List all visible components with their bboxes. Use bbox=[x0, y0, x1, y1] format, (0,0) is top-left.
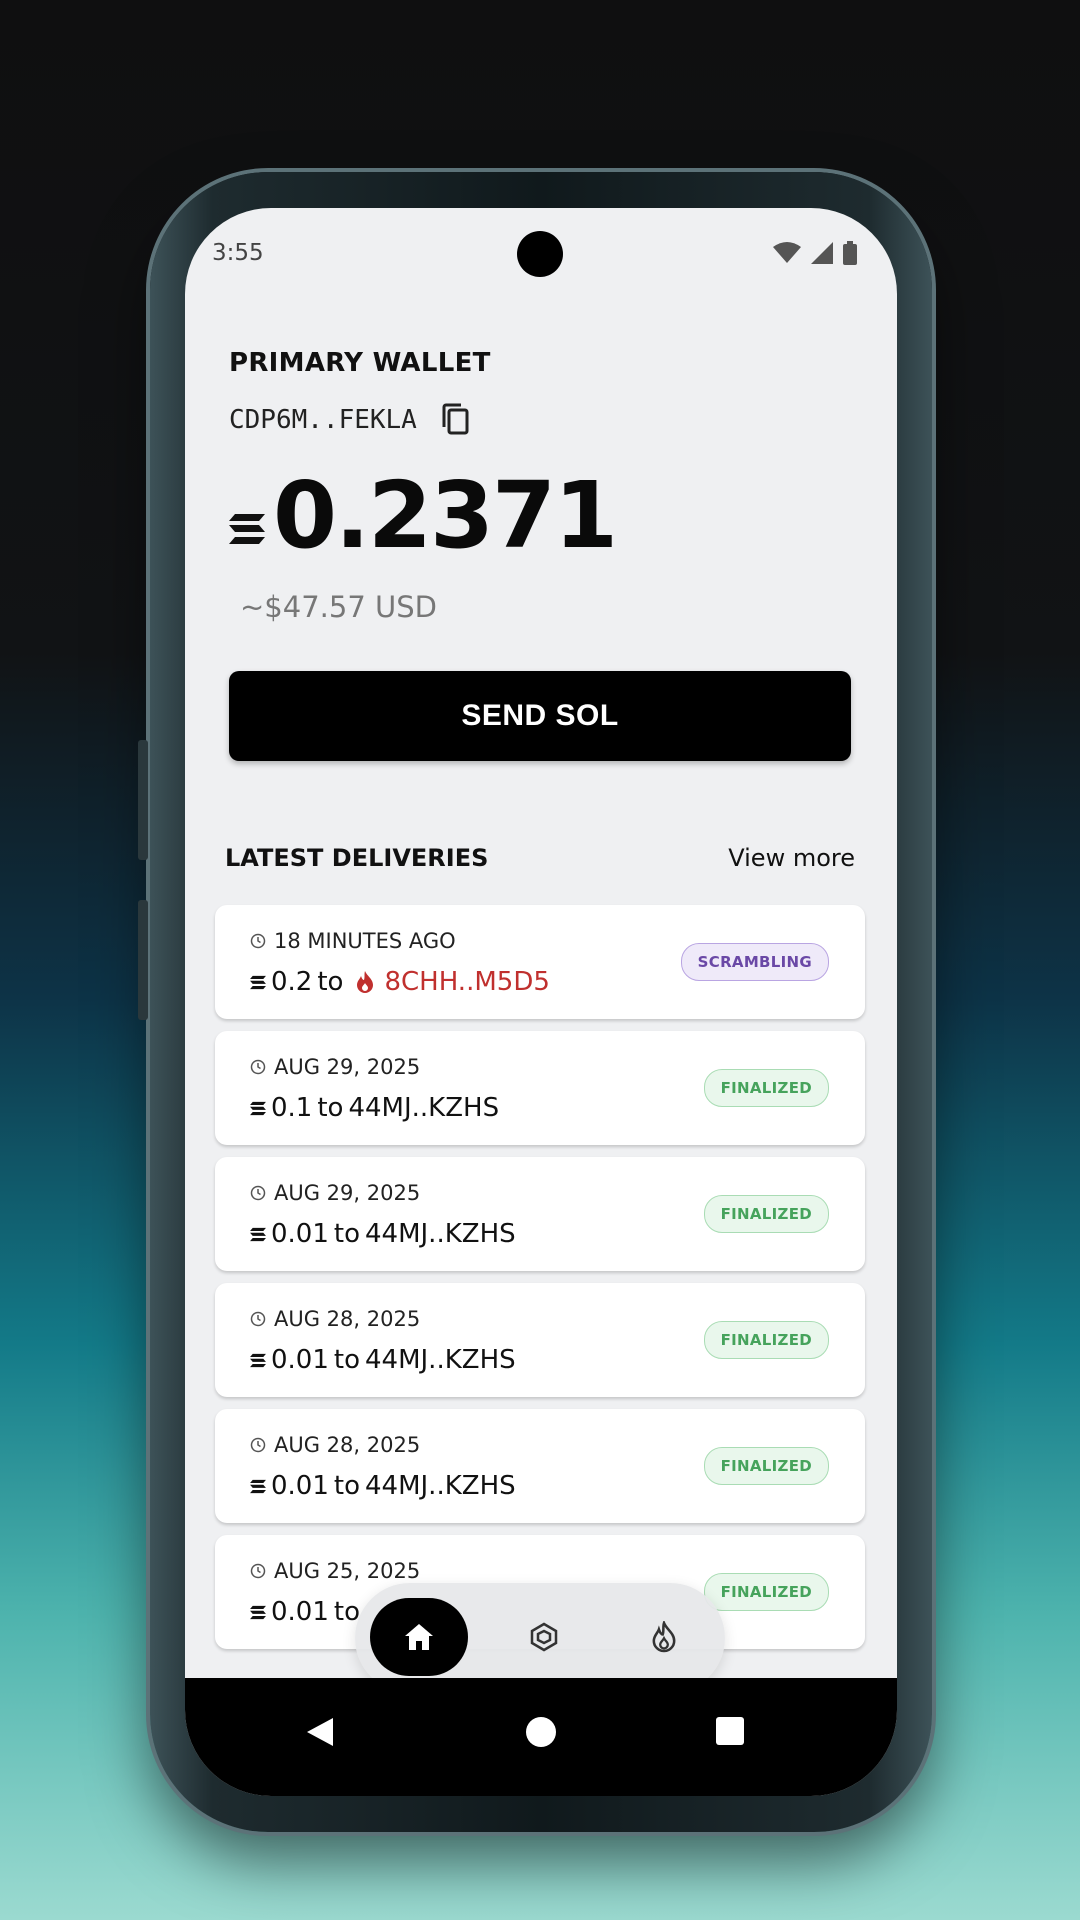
delivery-amount: 0.01 bbox=[271, 1597, 329, 1627]
status-bar: 3:55 bbox=[185, 208, 897, 304]
delivery-destination: 44MJ..KZHS bbox=[365, 1219, 516, 1249]
system-nav-bar bbox=[185, 1678, 897, 1796]
home-icon bbox=[405, 1624, 433, 1650]
send-sol-button[interactable]: SEND SOL bbox=[229, 671, 851, 761]
delivery-time: 18 MINUTES AGO bbox=[274, 929, 456, 953]
delivery-time: AUG 29, 2025 bbox=[274, 1181, 421, 1205]
power-button bbox=[138, 900, 148, 1020]
wallet-address-row: CDP6M..FEKLA bbox=[229, 403, 471, 437]
delivery-time-row: 18 MINUTES AGO bbox=[250, 929, 456, 953]
front-camera bbox=[517, 231, 563, 277]
sol-icon bbox=[229, 514, 265, 544]
delivery-time-row: AUG 28, 2025 bbox=[250, 1433, 420, 1457]
status-badge: FINALIZED bbox=[703, 1573, 829, 1611]
delivery-amount: 0.01 bbox=[271, 1219, 329, 1249]
delivery-card[interactable]: AUG 29, 2025 0.01 to 44MJ..KZHS FINALIZE… bbox=[215, 1157, 865, 1271]
delivery-to: to bbox=[317, 1093, 344, 1123]
delivery-time-row: AUG 25, 2025 bbox=[250, 1559, 420, 1583]
sol-icon bbox=[250, 1227, 266, 1241]
status-icons bbox=[773, 241, 857, 265]
nav-vault[interactable] bbox=[505, 1598, 583, 1676]
delivery-destination: 44MJ..KZHS bbox=[348, 1093, 500, 1123]
delivery-time: AUG 28, 2025 bbox=[274, 1307, 421, 1331]
delivery-amount-row: 0.01 to 44MJ..KZHS bbox=[250, 1471, 516, 1501]
clock-icon bbox=[250, 1311, 266, 1327]
recents-icon[interactable] bbox=[715, 1716, 745, 1746]
delivery-time-row: AUG 29, 2025 bbox=[250, 1055, 420, 1079]
status-badge: FINALIZED bbox=[703, 1195, 829, 1233]
delivery-destination: 44MJ..KZHS bbox=[365, 1345, 516, 1375]
nav-burn[interactable] bbox=[625, 1598, 703, 1676]
status-badge: SCRAMBLING bbox=[680, 943, 829, 981]
delivery-time-row: AUG 28, 2025 bbox=[250, 1307, 420, 1331]
delivery-amount: 0.01 bbox=[271, 1345, 329, 1375]
delivery-amount-row: 0.01 to 44MJ..KZHS bbox=[250, 1345, 516, 1375]
balance-row: 0.2371 bbox=[229, 462, 618, 569]
sol-icon bbox=[250, 1479, 266, 1493]
clock-icon bbox=[250, 1059, 266, 1075]
clock-icon bbox=[250, 1185, 266, 1201]
delivery-card[interactable]: AUG 28, 2025 0.01 to 44MJ..KZHS FINALIZE… bbox=[215, 1409, 865, 1523]
delivery-time: AUG 29, 2025 bbox=[274, 1055, 421, 1079]
delivery-to: to bbox=[333, 1345, 360, 1375]
bottom-nav bbox=[355, 1583, 725, 1693]
copy-icon[interactable] bbox=[441, 403, 471, 437]
delivery-amount-row: 0.2 to 8CHH..M5D5 bbox=[250, 967, 550, 997]
delivery-to: to bbox=[317, 967, 344, 997]
delivery-card[interactable]: AUG 28, 2025 0.01 to 44MJ..KZHS FINALIZE… bbox=[215, 1283, 865, 1397]
wallet-address: CDP6M..FEKLA bbox=[229, 405, 417, 435]
battery-icon bbox=[843, 241, 857, 265]
delivery-to: to bbox=[333, 1219, 360, 1249]
delivery-card[interactable]: 18 MINUTES AGO 0.2 to 8CHH..M5D5 SCRAMBL… bbox=[215, 905, 865, 1019]
cube-icon bbox=[530, 1622, 558, 1652]
status-badge: FINALIZED bbox=[703, 1069, 829, 1107]
delivery-time: AUG 25, 2025 bbox=[274, 1559, 421, 1583]
status-badge: FINALIZED bbox=[703, 1447, 829, 1485]
delivery-amount: 0.1 bbox=[271, 1093, 313, 1123]
delivery-amount: 0.01 bbox=[271, 1471, 329, 1501]
delivery-to: to bbox=[333, 1471, 360, 1501]
sol-icon bbox=[250, 1605, 266, 1619]
deliveries-list: 18 MINUTES AGO 0.2 to 8CHH..M5D5 SCRAMBL… bbox=[215, 905, 865, 1661]
home-circle-icon[interactable] bbox=[525, 1716, 557, 1748]
delivery-destination: 8CHH..M5D5 bbox=[384, 967, 550, 997]
usd-value: ~$47.57 USD bbox=[240, 590, 437, 624]
delivery-time: AUG 28, 2025 bbox=[274, 1433, 421, 1457]
clock-icon bbox=[250, 933, 266, 949]
delivery-amount-row: 0.01 to bbox=[250, 1597, 365, 1627]
delivery-destination: 44MJ..KZHS bbox=[365, 1471, 516, 1501]
delivery-amount-row: 0.01 to 44MJ..KZHS bbox=[250, 1219, 516, 1249]
sol-icon bbox=[250, 975, 266, 989]
flame-icon bbox=[652, 1621, 676, 1653]
clock-icon bbox=[250, 1437, 266, 1453]
back-icon[interactable] bbox=[305, 1716, 335, 1748]
delivery-amount-row: 0.1 to 44MJ..KZHS bbox=[250, 1093, 499, 1123]
wifi-icon bbox=[773, 242, 801, 263]
delivery-time-row: AUG 29, 2025 bbox=[250, 1181, 420, 1205]
sol-icon bbox=[250, 1353, 266, 1367]
wallet-title: PRIMARY WALLET bbox=[229, 348, 491, 378]
status-badge: FINALIZED bbox=[703, 1321, 829, 1359]
delivery-card[interactable]: AUG 29, 2025 0.1 to 44MJ..KZHS FINALIZED bbox=[215, 1031, 865, 1145]
status-time: 3:55 bbox=[212, 240, 264, 266]
sol-icon bbox=[250, 1101, 266, 1115]
flame-icon bbox=[357, 971, 374, 993]
phone-screen: 3:55 PRIMARY WALLET CDP6M..FEKLA 0.2371 … bbox=[185, 208, 897, 1796]
balance-amount: 0.2371 bbox=[273, 462, 618, 569]
nav-home[interactable] bbox=[370, 1598, 468, 1676]
delivery-amount: 0.2 bbox=[271, 967, 313, 997]
deliveries-title: LATEST DELIVERIES bbox=[225, 844, 489, 872]
view-more-link[interactable]: View more bbox=[728, 844, 855, 872]
deliveries-header: LATEST DELIVERIES View more bbox=[225, 844, 855, 872]
clock-icon bbox=[250, 1563, 266, 1579]
volume-button bbox=[138, 740, 148, 860]
signal-icon bbox=[811, 242, 833, 264]
